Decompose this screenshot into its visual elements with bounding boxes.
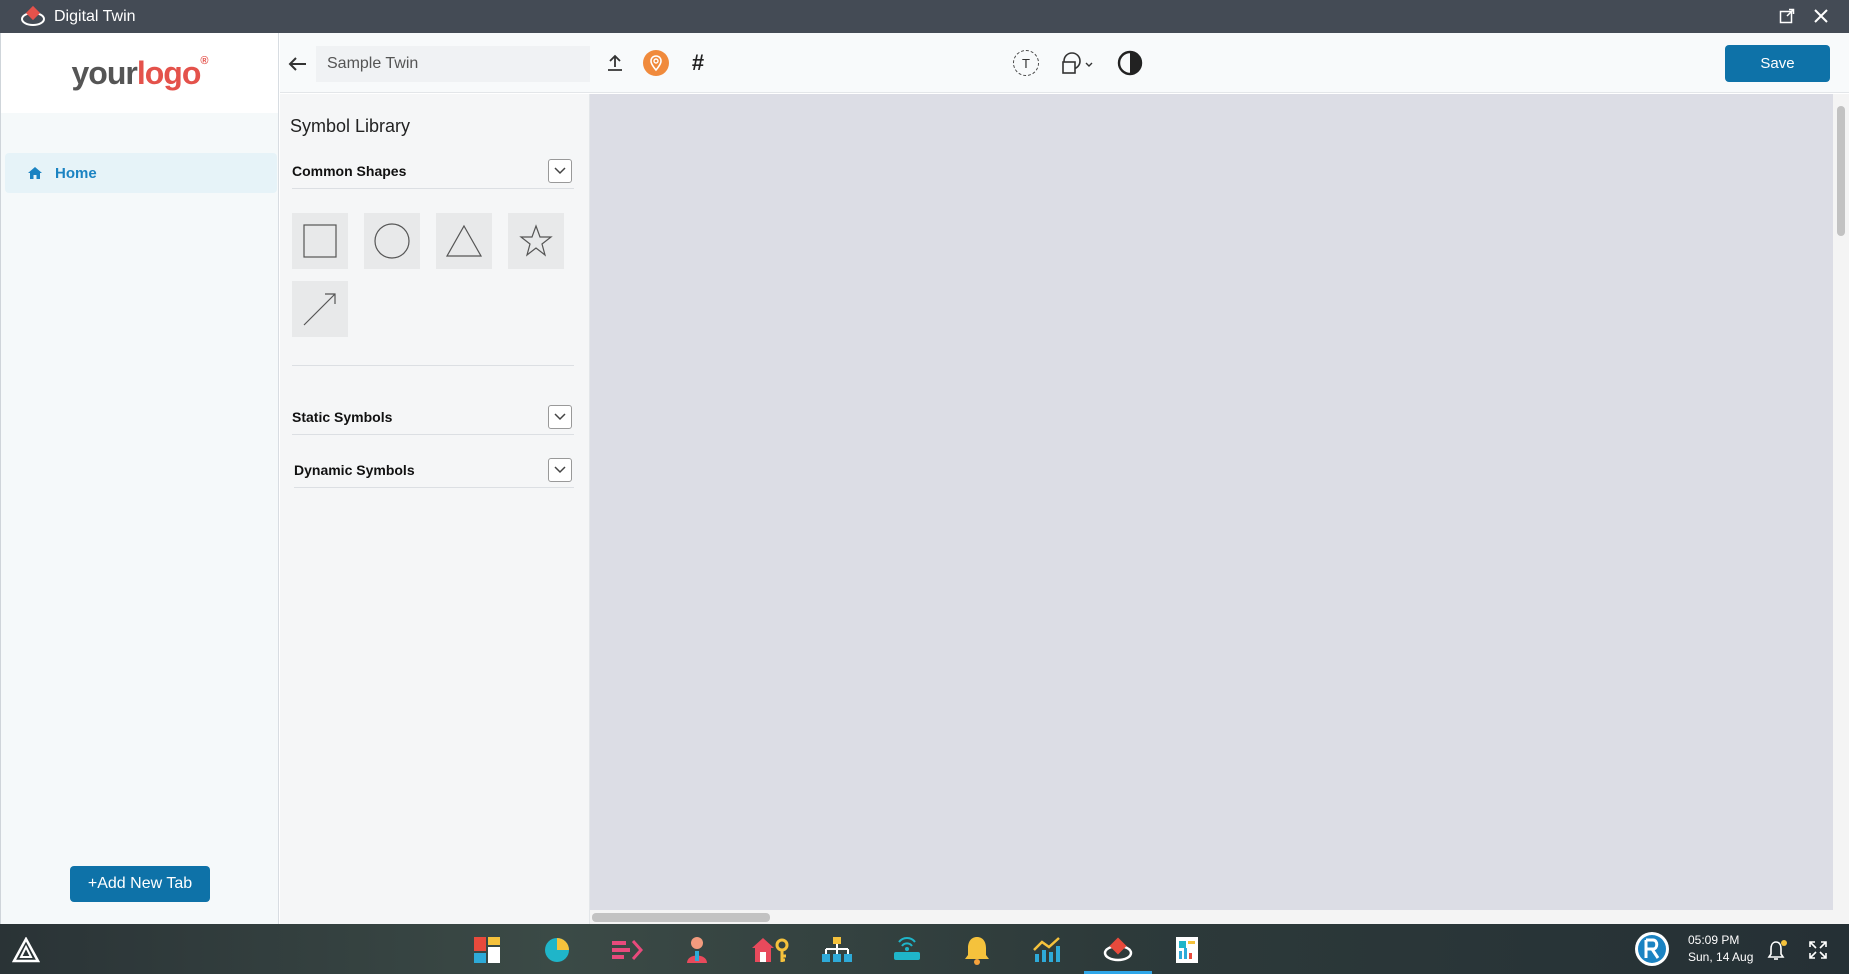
vertical-scrollbar[interactable] <box>1833 94 1849 910</box>
digital-twin-app-icon <box>21 5 45 26</box>
taskbar: 05:09 PM Sun, 14 Aug <box>0 924 1849 974</box>
digital-twin-taskbar-icon[interactable] <box>1102 934 1134 966</box>
notification-bell-icon[interactable] <box>1766 934 1790 966</box>
horizontal-scrollbar-thumb[interactable] <box>592 913 770 922</box>
left-navigation: yourlogo® Home +Add New Tab <box>0 33 279 924</box>
dashboard-tiles-icon[interactable] <box>471 934 503 966</box>
vertical-scrollbar-thumb[interactable] <box>1837 106 1845 236</box>
brand-launcher-icon[interactable] <box>1634 931 1670 967</box>
chevron-down-icon[interactable] <box>548 405 572 429</box>
company-logo: yourlogo® <box>71 54 209 91</box>
trend-chart-icon[interactable] <box>1031 934 1063 966</box>
editor-toolbar: # T Save <box>280 33 1849 93</box>
text-tool-glyph: T <box>1013 50 1039 76</box>
fullscreen-expand-icon[interactable] <box>1806 934 1830 966</box>
report-sheet-icon[interactable] <box>1171 934 1203 966</box>
design-canvas[interactable] <box>590 94 1833 910</box>
add-new-tab-button[interactable]: +Add New Tab <box>70 866 210 902</box>
grid-hash-icon[interactable]: # <box>684 49 712 77</box>
chevron-down-icon[interactable] <box>548 458 572 482</box>
flow-arrows-icon[interactable] <box>611 934 643 966</box>
save-button[interactable]: Save <box>1725 45 1830 82</box>
twin-name-input[interactable] <box>316 46 590 82</box>
user-profile-icon[interactable] <box>681 934 713 966</box>
pie-chart-icon[interactable] <box>541 934 573 966</box>
shapes-dropdown-icon[interactable] <box>1058 49 1098 77</box>
square-icon[interactable] <box>292 213 348 269</box>
window-title: Digital Twin <box>54 7 136 25</box>
chevron-down-icon[interactable] <box>548 159 572 183</box>
section-divider <box>292 365 574 366</box>
bell-alert-icon[interactable] <box>961 934 993 966</box>
star-icon[interactable] <box>508 213 564 269</box>
launcher-triangle-icon[interactable] <box>10 934 42 966</box>
clock-date: Sun, 14 Aug <box>1688 950 1754 964</box>
section-static-symbols[interactable]: Static Symbols <box>292 399 574 435</box>
text-tool-icon[interactable]: T <box>1012 49 1040 77</box>
device-signal-icon[interactable] <box>891 934 923 966</box>
symbol-library-title: Symbol Library <box>290 116 411 136</box>
arrow-icon[interactable] <box>292 281 348 337</box>
title-bar: Digital Twin <box>0 0 1849 33</box>
upload-icon[interactable] <box>602 49 628 77</box>
home-key-icon[interactable] <box>751 934 791 966</box>
nav-item-home-label: Home <box>55 164 97 182</box>
horizontal-scrollbar[interactable] <box>590 910 1849 924</box>
section-common-shapes[interactable]: Common Shapes <box>292 153 574 189</box>
home-icon <box>28 167 42 179</box>
clock-time: 05:09 PM <box>1688 933 1740 947</box>
circle-icon[interactable] <box>364 213 420 269</box>
symbol-library-panel: Symbol Library Common Shapes Static Symb… <box>280 94 590 924</box>
back-arrow-icon[interactable] <box>284 51 310 77</box>
nav-item-home[interactable]: Home <box>5 153 277 193</box>
taskbar-clock: 05:09 PM Sun, 14 Aug <box>1688 932 1753 966</box>
contrast-theme-icon[interactable] <box>1116 49 1144 77</box>
hierarchy-icon[interactable] <box>821 934 853 966</box>
logo-area: yourlogo® <box>1 33 278 113</box>
triangle-icon[interactable] <box>436 213 492 269</box>
popout-window-icon[interactable] <box>1775 4 1799 28</box>
close-window-icon[interactable] <box>1809 4 1833 28</box>
section-dynamic-symbols[interactable]: Dynamic Symbols <box>294 452 574 488</box>
location-pin-icon[interactable] <box>642 49 670 77</box>
